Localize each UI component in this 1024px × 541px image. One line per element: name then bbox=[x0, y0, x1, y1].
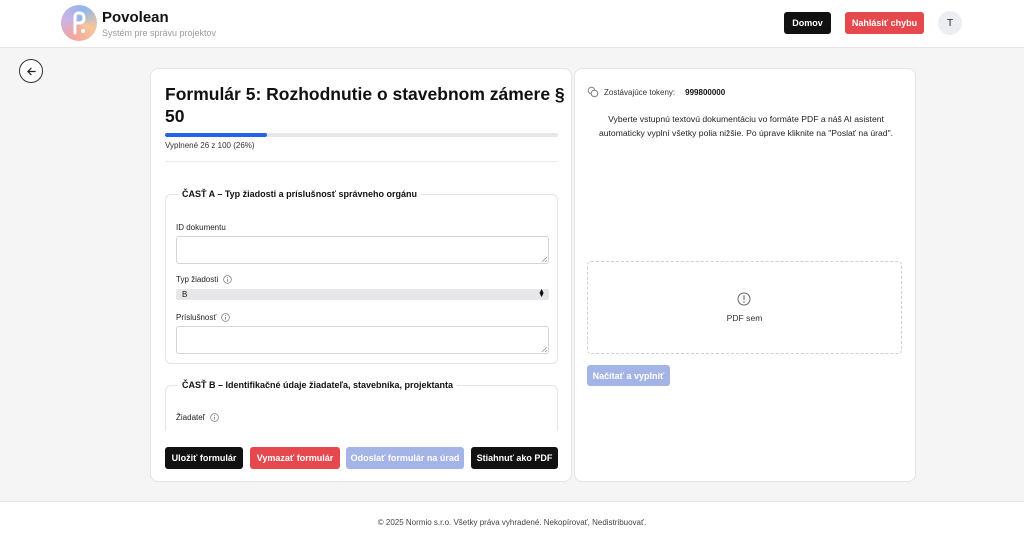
report-bug-button[interactable]: Nahlásiť chybu bbox=[845, 12, 924, 34]
request-type-select[interactable]: B ▲ ▼ bbox=[176, 288, 549, 300]
clear-form-button[interactable]: Vymazať formulár bbox=[250, 447, 340, 469]
dropzone-text: PDF sem bbox=[726, 313, 763, 323]
jurisdiction-label-text: Príslušnosť bbox=[176, 313, 217, 322]
footer: © 2025 Normio s.r.o. Všetky práva vyhrad… bbox=[0, 501, 1024, 541]
request-type-label: Typ žiadosti bbox=[176, 275, 232, 284]
form-title: Formulár 5: Rozhodnutie o stavebnom záme… bbox=[165, 84, 565, 126]
povolean-logo[interactable] bbox=[61, 5, 97, 41]
section-a: ČASŤ A – Typ žiadosti a príslušnosť sprá… bbox=[165, 189, 558, 364]
document-id-field[interactable] bbox=[176, 236, 549, 264]
resize-handle-icon[interactable] bbox=[541, 256, 547, 262]
top-bar: Povolean Systém pre správu projektov Dom… bbox=[0, 0, 1024, 48]
load-and-fill-button[interactable]: Načítať a vyplniť bbox=[587, 365, 670, 386]
resize-handle-icon[interactable] bbox=[541, 346, 547, 352]
jurisdiction-label: Príslušnosť bbox=[176, 313, 231, 322]
select-arrows-icon: ▲ ▼ bbox=[538, 288, 545, 299]
avatar[interactable]: T bbox=[938, 11, 962, 35]
section-a-legend: ČASŤ A – Typ žiadosti a príslušnosť sprá… bbox=[178, 189, 422, 199]
info-circle-icon[interactable] bbox=[223, 275, 232, 284]
pdf-dropzone[interactable]: PDF sem bbox=[587, 261, 902, 354]
tokens-row: Zostávajúce tokeny: 999800000 bbox=[587, 86, 725, 98]
tokens-value: 999800000 bbox=[685, 87, 726, 97]
section-b-legend: ČASŤ B – Identifikačné údaje žiadateľa, … bbox=[178, 380, 458, 390]
save-form-button[interactable]: Uložiť formulár bbox=[165, 447, 243, 469]
tokens-label: Zostávajúce tokeny: bbox=[604, 87, 676, 97]
alert-circle-icon bbox=[737, 292, 751, 306]
coins-icon bbox=[587, 86, 599, 98]
request-type-label-text: Typ žiadosti bbox=[176, 275, 219, 284]
home-button[interactable]: Domov bbox=[784, 12, 831, 34]
assistant-instructions: Vyberte vstupnú textovú dokumentáciu vo … bbox=[598, 114, 894, 138]
send-form-button[interactable]: Odoslať formulár na úrad bbox=[346, 447, 464, 469]
applicant-label: Žiadateľ bbox=[176, 413, 219, 422]
form-card: Formulár 5: Rozhodnutie o stavebnom záme… bbox=[150, 68, 572, 482]
back-button[interactable] bbox=[19, 59, 43, 83]
assistant-card: Zostávajúce tokeny: 999800000 Vyberte vs… bbox=[574, 68, 916, 482]
applicant-label-text: Žiadateľ bbox=[176, 413, 206, 422]
brand-subtitle: Systém pre správu projektov bbox=[102, 28, 217, 38]
request-type-value: B bbox=[182, 290, 188, 299]
footer-text: © 2025 Normio s.r.o. Všetky práva vyhrad… bbox=[377, 518, 647, 527]
document-id-label-text: ID dokumentu bbox=[176, 223, 226, 232]
progress-bar bbox=[165, 133, 558, 137]
document-id-label: ID dokumentu bbox=[176, 223, 226, 232]
logo-mark-icon bbox=[73, 11, 86, 35]
form-scroll-area[interactable]: ČASŤ A – Typ žiadosti a príslušnosť sprá… bbox=[165, 177, 560, 431]
brand-name: Povolean bbox=[102, 9, 169, 26]
info-circle-icon[interactable] bbox=[221, 313, 231, 322]
info-circle-icon[interactable] bbox=[210, 413, 219, 422]
progress-text: Vyplnené 26 z 100 (26%) bbox=[165, 141, 255, 150]
arrow-left-icon bbox=[26, 67, 36, 75]
section-b: ČASŤ B – Identifikačné údaje žiadateľa, … bbox=[165, 380, 558, 431]
progress-fill bbox=[165, 133, 268, 137]
divider bbox=[165, 161, 558, 162]
jurisdiction-field[interactable] bbox=[176, 326, 549, 354]
download-pdf-button[interactable]: Stiahnuť ako PDF bbox=[471, 447, 558, 469]
